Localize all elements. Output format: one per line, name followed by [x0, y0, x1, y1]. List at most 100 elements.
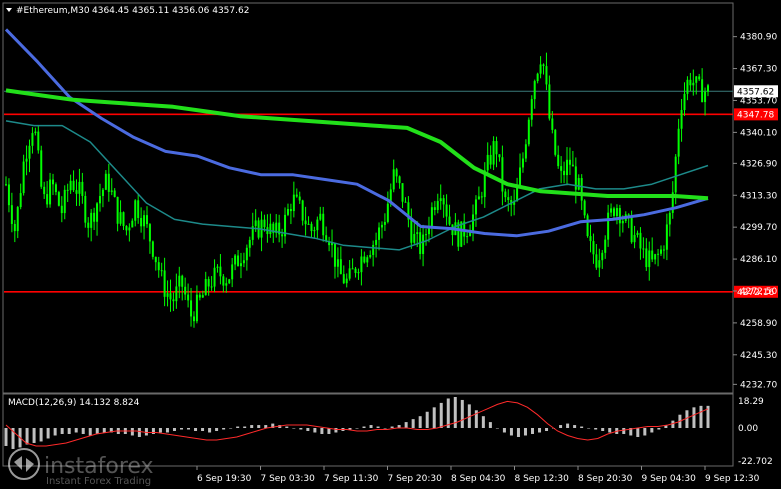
macd-histogram-bar: [67, 428, 71, 434]
candle-body: [81, 181, 84, 196]
candle-body: [536, 73, 539, 82]
candle-body: [707, 85, 709, 92]
candle-body: [430, 207, 433, 228]
macd-histogram-bar: [685, 410, 689, 428]
candle-body: [157, 262, 160, 271]
candle-body: [43, 186, 46, 195]
macd-histogram-bar: [32, 428, 36, 443]
macd-histogram-bar: [376, 426, 380, 428]
candle-body: [304, 220, 307, 225]
macd-histogram-bar: [566, 423, 570, 428]
macd-histogram-bar: [439, 402, 443, 428]
macd-histogram-bar: [348, 428, 352, 430]
candle-body: [78, 181, 81, 194]
y-tick-label: 4258.90: [740, 319, 777, 329]
candle-body: [401, 183, 404, 202]
macd-histogram-bar: [699, 405, 703, 428]
macd-histogram-bar: [404, 422, 408, 428]
candle-body: [222, 276, 225, 286]
candle-body: [75, 190, 78, 194]
candle-body: [615, 208, 618, 216]
candle-body: [342, 274, 345, 284]
candle-body: [69, 180, 72, 191]
macd-histogram-bar: [292, 428, 296, 429]
macd-tick-top: 18.29: [738, 397, 764, 407]
y-tick-label: 4299.70: [740, 223, 777, 233]
macd-histogram-bar: [88, 428, 92, 436]
x-tick-label: 6 Sep 19:30: [197, 474, 252, 484]
y-tick-label: 4353.70: [740, 96, 777, 106]
macd-histogram-bar: [194, 428, 198, 431]
candle-body: [210, 286, 213, 288]
candle-body: [151, 241, 154, 257]
candle-body: [242, 260, 245, 264]
candle-body: [507, 197, 510, 200]
macd-histogram-bar: [509, 428, 513, 436]
candle-body: [519, 167, 522, 187]
candle-body: [610, 208, 613, 213]
candle-body: [689, 79, 692, 86]
macd-histogram-bar: [516, 428, 520, 437]
candle-body: [281, 234, 284, 237]
y-tick-label: 4380.90: [740, 33, 777, 43]
candle-body: [175, 286, 178, 302]
candle-body: [601, 252, 604, 261]
candle-body: [160, 270, 163, 272]
macd-histogram-bar: [390, 426, 394, 428]
candle-body: [7, 184, 10, 206]
macd-histogram-bar: [187, 428, 191, 430]
macd-histogram-bar: [425, 411, 429, 428]
candle-body: [372, 244, 375, 255]
candle-body: [93, 212, 96, 222]
candle-body: [16, 207, 19, 232]
candle-body: [618, 208, 621, 224]
macd-histogram-bar: [180, 428, 183, 430]
candle-body: [51, 179, 54, 185]
macd-histogram-bar: [229, 428, 233, 429]
candle-body: [592, 241, 595, 255]
candle-body: [234, 255, 237, 265]
candle-body: [698, 76, 701, 80]
macd-histogram-bar: [208, 428, 212, 433]
macd-histogram-bar: [692, 407, 696, 428]
candle-body: [654, 254, 657, 260]
candle-body: [219, 266, 222, 277]
candle-body: [87, 222, 90, 228]
macd-histogram-bar: [601, 428, 605, 431]
price-chart[interactable]: 4347.784272.164357.62 4380.904367.304353…: [0, 0, 781, 489]
candle-body: [316, 219, 319, 231]
candle-body: [140, 217, 143, 227]
candle-body: [695, 76, 698, 83]
candle-body: [448, 216, 451, 225]
candle-body: [545, 66, 548, 85]
candle-body: [445, 204, 448, 217]
macd-histogram-bar: [657, 428, 661, 430]
candle-body: [674, 156, 677, 193]
candle-body: [307, 223, 310, 225]
candle-body: [263, 219, 266, 228]
candle-body: [404, 201, 407, 203]
candle-body: [354, 268, 357, 273]
macd-histogram-bar: [81, 428, 85, 434]
candle-body: [239, 263, 242, 267]
candle-body: [63, 189, 66, 214]
y-tick-label: 4286.10: [740, 255, 777, 265]
candle-body: [686, 79, 689, 94]
candle-body: [633, 234, 636, 243]
macd-tick-zero: 0.00: [738, 424, 758, 434]
macd-histogram-bar: [481, 416, 485, 428]
level-price-label: 4347.78: [737, 110, 774, 120]
candle-body: [422, 234, 425, 254]
candle-body: [254, 220, 257, 227]
candle-body: [498, 154, 501, 158]
x-tick-label: 7 Sep 11:30: [324, 474, 379, 484]
candle-body: [516, 186, 519, 202]
candle-body: [310, 223, 313, 232]
candle-body: [98, 196, 101, 204]
ohlc-values: 4364.45 4365.11 4356.06 4357.62: [92, 6, 249, 16]
candle-body: [22, 161, 25, 194]
macd-histogram-bar: [201, 428, 205, 431]
macd-histogram-bar: [39, 428, 43, 442]
candle-body: [31, 133, 34, 146]
y-tick-label: 4326.90: [740, 159, 777, 169]
